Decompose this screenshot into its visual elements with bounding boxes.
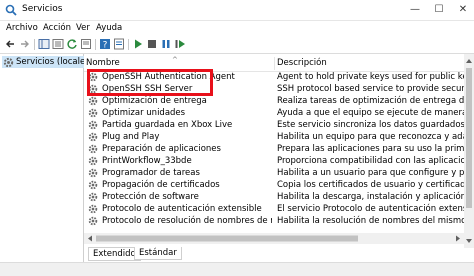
gear-icon: [88, 192, 98, 202]
help-icon[interactable]: ?: [99, 38, 111, 50]
menu-ver[interactable]: Ver: [76, 23, 90, 33]
service-description-cell: Habilita la descarga, instalación y apli…: [277, 192, 464, 202]
restart-service-icon[interactable]: [174, 38, 186, 50]
export-list-icon[interactable]: [80, 38, 92, 50]
service-name-cell: Programador de tareas: [102, 168, 200, 178]
menu-bar: Archivo Acción Ver Ayuda: [0, 21, 474, 36]
window-title: Servicios: [22, 4, 63, 14]
scroll-thumb: [466, 68, 472, 208]
table-row[interactable]: Programador de tareas Habilita a un usuar…: [84, 167, 464, 179]
table-row[interactable]: Protocolo de resolución de nombres de mi…: [84, 215, 464, 227]
close-button[interactable]: ✕: [452, 0, 474, 20]
svg-text:?: ?: [103, 41, 108, 51]
table-row[interactable]: Optimizar unidades Ayuda a que el equipo …: [84, 107, 464, 119]
list-view-icon[interactable]: [52, 38, 64, 50]
service-name-cell: Plug and Play: [102, 132, 160, 142]
scroll-up-arrow-icon: [466, 59, 472, 63]
service-description-cell: Prepara las aplicaciones para su uso la …: [277, 144, 464, 154]
menu-accion[interactable]: Acción: [43, 23, 71, 33]
service-name-cell: PrintWorkflow_33bde: [102, 156, 192, 166]
service-description-cell: Proporciona compatibilidad con las aplic…: [277, 156, 464, 166]
refresh-icon[interactable]: [66, 38, 78, 50]
console-tree-icon[interactable]: [38, 38, 50, 50]
gear-icon: [3, 57, 14, 68]
service-description-cell: Habilita a un usuario para que configure…: [277, 168, 464, 178]
service-description-cell: Copia los certificados de usuario y cert…: [277, 180, 464, 190]
service-description-cell: El servicio Protocolo de autenticación e…: [277, 204, 464, 214]
tab-estandar[interactable]: Estándar: [134, 247, 182, 260]
service-description-cell: Habilita la resolución de nombres del mi…: [277, 216, 464, 226]
title-bar: Servicios — ☐ ✕: [0, 0, 474, 21]
service-name-cell: Optimización de entrega: [102, 96, 207, 106]
gear-icon: [88, 204, 98, 214]
view-tabs: Extendido Estándar: [84, 246, 474, 261]
service-name-cell: Partida guardada en Xbox Live: [102, 120, 233, 130]
gear-icon: [88, 120, 98, 130]
minimize-button[interactable]: —: [404, 0, 426, 20]
tree-item-label: Servicios (locales): [16, 57, 93, 67]
table-row[interactable]: Propagación de certificados Copia los cer…: [84, 179, 464, 191]
gear-icon: [88, 168, 98, 178]
table-row[interactable]: Protección de software Habilita la descar…: [84, 191, 464, 203]
toolbar-separator: [128, 39, 129, 50]
scroll-left-arrow-icon: [88, 235, 92, 242]
service-name-cell: Propagación de certificados: [102, 180, 220, 190]
maximize-button[interactable]: ☐: [428, 0, 450, 20]
menu-archivo[interactable]: Archivo: [6, 23, 38, 33]
toolbar-separator: [34, 39, 35, 50]
service-description-cell: Habilita un equipo para que reconozca y …: [277, 132, 464, 142]
scroll-down-arrow-icon: [466, 239, 472, 243]
vertical-scrollbar[interactable]: [464, 54, 474, 248]
tree-item-local-services[interactable]: Servicios (locales): [2, 56, 96, 68]
table-row[interactable]: Preparación de aplicaciones Prepara las a…: [84, 143, 464, 155]
gear-icon: [88, 132, 98, 142]
column-header-label: Nombre: [86, 58, 120, 68]
table-row[interactable]: Partida guardada en Xbox Live Este servic…: [84, 119, 464, 131]
table-row[interactable]: PrintWorkflow_33bde Proporciona compatibi…: [84, 155, 464, 167]
column-header-description[interactable]: Descripción: [275, 57, 464, 70]
service-name-cell: Protección de software: [102, 192, 199, 202]
scroll-thumb: [96, 235, 358, 242]
toolbar: ?: [0, 36, 474, 54]
table-row[interactable]: Protocolo de autenticación extensible El …: [84, 203, 464, 215]
forward-arrow-icon[interactable]: [19, 38, 31, 50]
gear-icon: [88, 108, 98, 118]
services-app-icon: [5, 4, 17, 16]
sort-ascending-icon: ^: [172, 56, 178, 64]
service-description-cell: Agent to hold private keys used for publ…: [277, 72, 464, 82]
table-row[interactable]: Plug and Play Habilita un equipo para que…: [84, 131, 464, 143]
service-description-cell: Este servicio sincroniza los datos guard…: [277, 120, 464, 130]
pause-service-icon[interactable]: [160, 38, 172, 50]
gear-icon: [88, 216, 98, 226]
service-name-cell: Preparación de aplicaciones: [102, 144, 221, 154]
stop-service-icon[interactable]: [146, 38, 158, 50]
back-arrow-icon[interactable]: [4, 38, 16, 50]
gear-icon: [88, 156, 98, 166]
status-bar: [0, 262, 474, 276]
column-header-label: Descripción: [277, 58, 327, 68]
tab-extendido[interactable]: Extendido: [88, 247, 141, 261]
scroll-right-arrow-icon: [456, 235, 460, 242]
menu-ayuda[interactable]: Ayuda: [96, 23, 122, 33]
service-description-cell: Realiza tareas de optimización de entreg…: [277, 96, 464, 106]
properties-icon[interactable]: [113, 38, 125, 50]
service-name-cell: Optimizar unidades: [102, 108, 186, 118]
console-tree-pane: Servicios (locales): [0, 54, 96, 262]
gear-icon: [88, 180, 98, 190]
service-description-cell: Ayuda a que el equipo se ejecute de mane…: [277, 108, 464, 118]
service-name-cell: Protocolo de autenticación extensible: [102, 204, 262, 214]
horizontal-scrollbar[interactable]: [84, 233, 464, 244]
table-row[interactable]: Optimización de entrega Realiza tareas de…: [84, 95, 464, 107]
service-description-cell: SSH protocol based service to provide se…: [277, 84, 464, 94]
gear-icon: [88, 96, 98, 106]
service-name-cell: Protocolo de resolución de nombres de mi…: [102, 216, 272, 226]
toolbar-separator: [95, 39, 96, 50]
highlight-annotation-box: [87, 69, 213, 96]
start-service-icon[interactable]: [132, 38, 144, 50]
gear-icon: [88, 144, 98, 154]
